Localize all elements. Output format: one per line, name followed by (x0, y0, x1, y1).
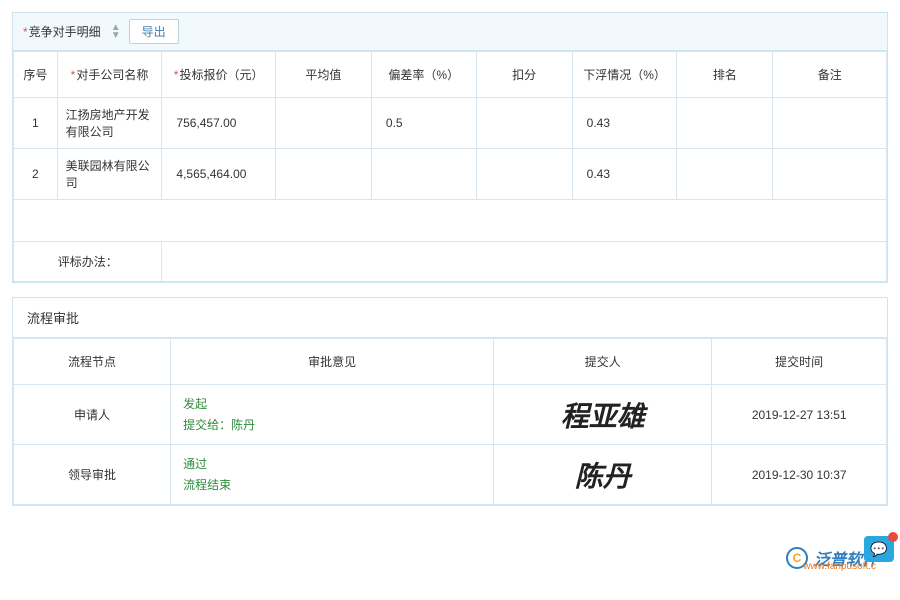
competitor-title: *竞争对手明细 (23, 23, 101, 40)
cell-node: 申请人 (14, 385, 171, 445)
cell-dev (371, 149, 476, 200)
export-button[interactable]: 导出 (129, 19, 179, 44)
footer: C 泛普软件 www.fanpusoft.c 💬 (12, 520, 888, 570)
signature: 程亚雄 (561, 402, 645, 433)
cell-seq: 1 (14, 98, 58, 149)
cell-time: 2019-12-27 13:51 (712, 385, 887, 445)
cell-avg (275, 98, 371, 149)
opinion-forward: 提交给：陈丹 (183, 415, 487, 435)
eval-method-value (162, 242, 887, 282)
cell-avg (275, 149, 371, 200)
opinion-action: 通过 (183, 454, 487, 474)
col-name: *对手公司名称 (57, 52, 162, 98)
cell-bid: 756,457.00 (162, 98, 275, 149)
sort-icon[interactable]: ▲▼ (111, 24, 121, 40)
col-float: 下浮情况（%） (572, 52, 677, 98)
cell-node: 领导审批 (14, 445, 171, 505)
competitor-table: 序号 *对手公司名称 *投标报价（元） 平均值 偏差率（%） 扣分 下浮情况（%… (13, 51, 887, 282)
cell-submitter: 程亚雄 (494, 385, 712, 445)
eval-method-label: 评标办法： (14, 242, 162, 282)
approval-panel: 流程审批 流程节点 审批意见 提交人 提交时间 申请人 发起 提交给：陈丹 程亚… (12, 297, 888, 506)
cell-deduct (476, 98, 572, 149)
signature: 陈丹 (575, 462, 631, 493)
cell-dev: 0.5 (371, 98, 476, 149)
col-deduct: 扣分 (476, 52, 572, 98)
col-submitter: 提交人 (494, 339, 712, 385)
cell-float: 0.43 (572, 98, 677, 149)
col-seq: 序号 (14, 52, 58, 98)
cell-submitter: 陈丹 (494, 445, 712, 505)
notification-dot-icon (888, 532, 898, 542)
cell-opinion: 发起 提交给：陈丹 (171, 385, 494, 445)
col-opinion: 审批意见 (171, 339, 494, 385)
col-avg: 平均值 (275, 52, 371, 98)
approval-row: 领导审批 通过 流程结束 陈丹 2019-12-30 10:37 (14, 445, 887, 505)
cell-time: 2019-12-30 10:37 (712, 445, 887, 505)
chat-icon[interactable]: 💬 (864, 536, 894, 562)
cell-rank (677, 98, 773, 149)
col-node: 流程节点 (14, 339, 171, 385)
brand-url: www.fanpusoft.c (803, 561, 876, 572)
spacer-row (14, 200, 887, 242)
competitor-header-row: 序号 *对手公司名称 *投标报价（元） 平均值 偏差率（%） 扣分 下浮情况（%… (14, 52, 887, 98)
competitor-panel: *竞争对手明细 ▲▼ 导出 序号 *对手公司名称 *投标报价（元） 平均值 偏差… (12, 12, 888, 283)
approval-table: 流程节点 审批意见 提交人 提交时间 申请人 发起 提交给：陈丹 程亚雄 201… (13, 338, 887, 505)
competitor-panel-head: *竞争对手明细 ▲▼ 导出 (13, 13, 887, 51)
approval-header-row: 流程节点 审批意见 提交人 提交时间 (14, 339, 887, 385)
cell-float: 0.43 (572, 149, 677, 200)
col-time: 提交时间 (712, 339, 887, 385)
opinion-action: 发起 (183, 394, 487, 414)
speech-bubble-icon: 💬 (870, 541, 887, 558)
table-row: 1 江扬房地产开发有限公司 756,457.00 0.5 0.43 (14, 98, 887, 149)
cell-note (773, 98, 887, 149)
approval-row: 申请人 发起 提交给：陈丹 程亚雄 2019-12-27 13:51 (14, 385, 887, 445)
table-row: 2 美联园林有限公司 4,565,464.00 0.43 (14, 149, 887, 200)
eval-method-row: 评标办法： (14, 242, 887, 282)
cell-name: 江扬房地产开发有限公司 (57, 98, 162, 149)
cell-bid: 4,565,464.00 (162, 149, 275, 200)
cell-name: 美联园林有限公司 (57, 149, 162, 200)
cell-seq: 2 (14, 149, 58, 200)
col-rank: 排名 (677, 52, 773, 98)
col-dev: 偏差率（%） (371, 52, 476, 98)
cell-note (773, 149, 887, 200)
cell-opinion: 通过 流程结束 (171, 445, 494, 505)
cell-rank (677, 149, 773, 200)
col-bid: *投标报价（元） (162, 52, 275, 98)
opinion-forward: 流程结束 (183, 475, 487, 495)
cell-deduct (476, 149, 572, 200)
col-note: 备注 (773, 52, 887, 98)
approval-title: 流程审批 (13, 298, 887, 338)
